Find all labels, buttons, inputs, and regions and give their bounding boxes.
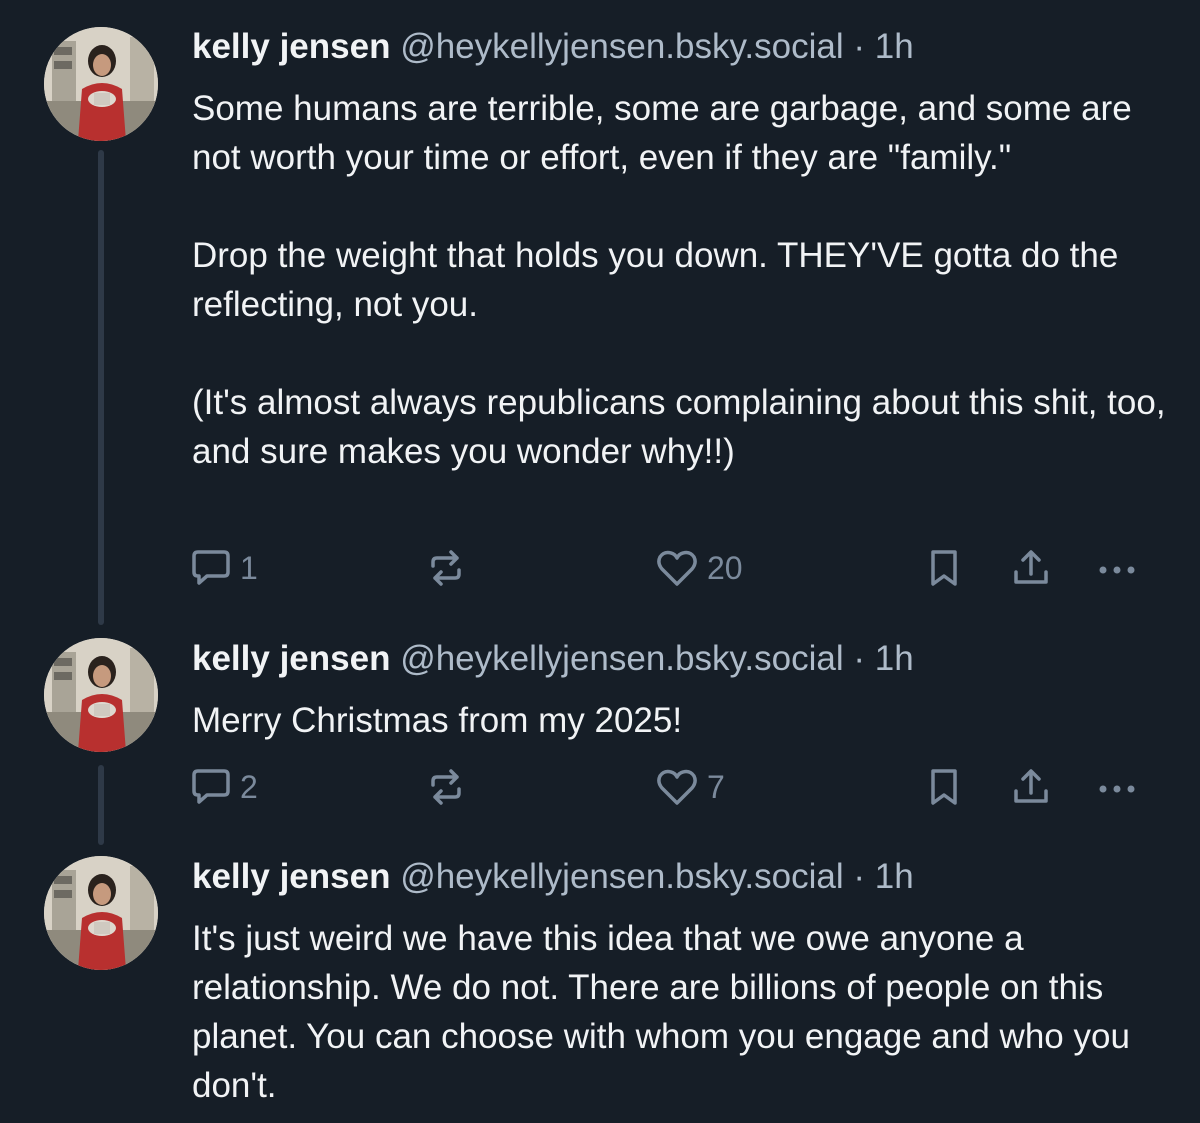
like-button[interactable]: 20: [655, 543, 743, 593]
share-button[interactable]: [1010, 762, 1052, 812]
ellipsis-icon: [1099, 785, 1135, 793]
bookmark-icon: [931, 769, 957, 805]
bookmark-button[interactable]: [925, 762, 963, 812]
author-name[interactable]: kelly jensen: [192, 857, 390, 896]
author-name[interactable]: kelly jensen: [192, 27, 390, 66]
more-options-button[interactable]: [1095, 762, 1139, 812]
post-header: kelly jensen @heykellyjensen.bsky.social…: [192, 25, 1167, 69]
post-header: kelly jensen @heykellyjensen.bsky.social…: [192, 855, 1167, 899]
post-text: It's just weird we have this idea that w…: [192, 919, 1140, 1105]
post-timestamp[interactable]: 1h: [875, 27, 914, 66]
post-text: Merry Christmas from my 2025!: [192, 701, 683, 740]
separator-dot: ·: [853, 857, 865, 896]
avatar-photo: [44, 27, 158, 141]
more-options-button[interactable]: [1095, 543, 1139, 593]
like-button[interactable]: 7: [655, 762, 725, 812]
like-count: 7: [707, 768, 725, 805]
reply-button[interactable]: 2: [190, 762, 258, 812]
author-handle[interactable]: @heykellyjensen.bsky.social: [400, 857, 843, 896]
post-timestamp[interactable]: 1h: [875, 639, 914, 678]
post-actions: 2 7: [0, 762, 1200, 812]
avatar[interactable]: [44, 638, 158, 752]
avatar-photo: [44, 638, 158, 752]
like-count: 20: [707, 549, 743, 586]
avatar[interactable]: [44, 856, 158, 970]
author-handle[interactable]: @heykellyjensen.bsky.social: [400, 27, 843, 66]
post-header: kelly jensen @heykellyjensen.bsky.social…: [192, 637, 1167, 681]
heart-icon: [657, 550, 697, 586]
separator-dot: ·: [853, 27, 865, 66]
post-timestamp[interactable]: 1h: [875, 857, 914, 896]
separator-dot: ·: [853, 639, 865, 678]
repost-arrows-icon: [431, 769, 461, 805]
avatar[interactable]: [44, 27, 158, 141]
author-handle[interactable]: @heykellyjensen.bsky.social: [400, 639, 843, 678]
repost-button[interactable]: [425, 543, 467, 593]
share-upload-icon: [1014, 769, 1048, 803]
reply-button[interactable]: 1: [190, 543, 258, 593]
share-button[interactable]: [1010, 543, 1052, 593]
bookmark-button[interactable]: [925, 543, 963, 593]
heart-icon: [657, 769, 697, 805]
post-text: Some humans are terrible, some are garba…: [192, 89, 1166, 471]
speech-bubble-icon: [192, 550, 230, 585]
share-upload-icon: [1014, 550, 1048, 584]
speech-bubble-icon: [192, 769, 230, 804]
reply-count: 1: [240, 549, 258, 586]
ellipsis-icon: [1099, 566, 1135, 574]
author-name[interactable]: kelly jensen: [192, 639, 390, 678]
repost-arrows-icon: [431, 550, 461, 586]
repost-button[interactable]: [425, 762, 467, 812]
bookmark-icon: [931, 550, 957, 586]
avatar-photo: [44, 856, 158, 970]
reply-count: 2: [240, 768, 258, 805]
post-actions: 1 20: [0, 543, 1200, 593]
post-thread: kelly jensen @heykellyjensen.bsky.social…: [0, 0, 1200, 1123]
